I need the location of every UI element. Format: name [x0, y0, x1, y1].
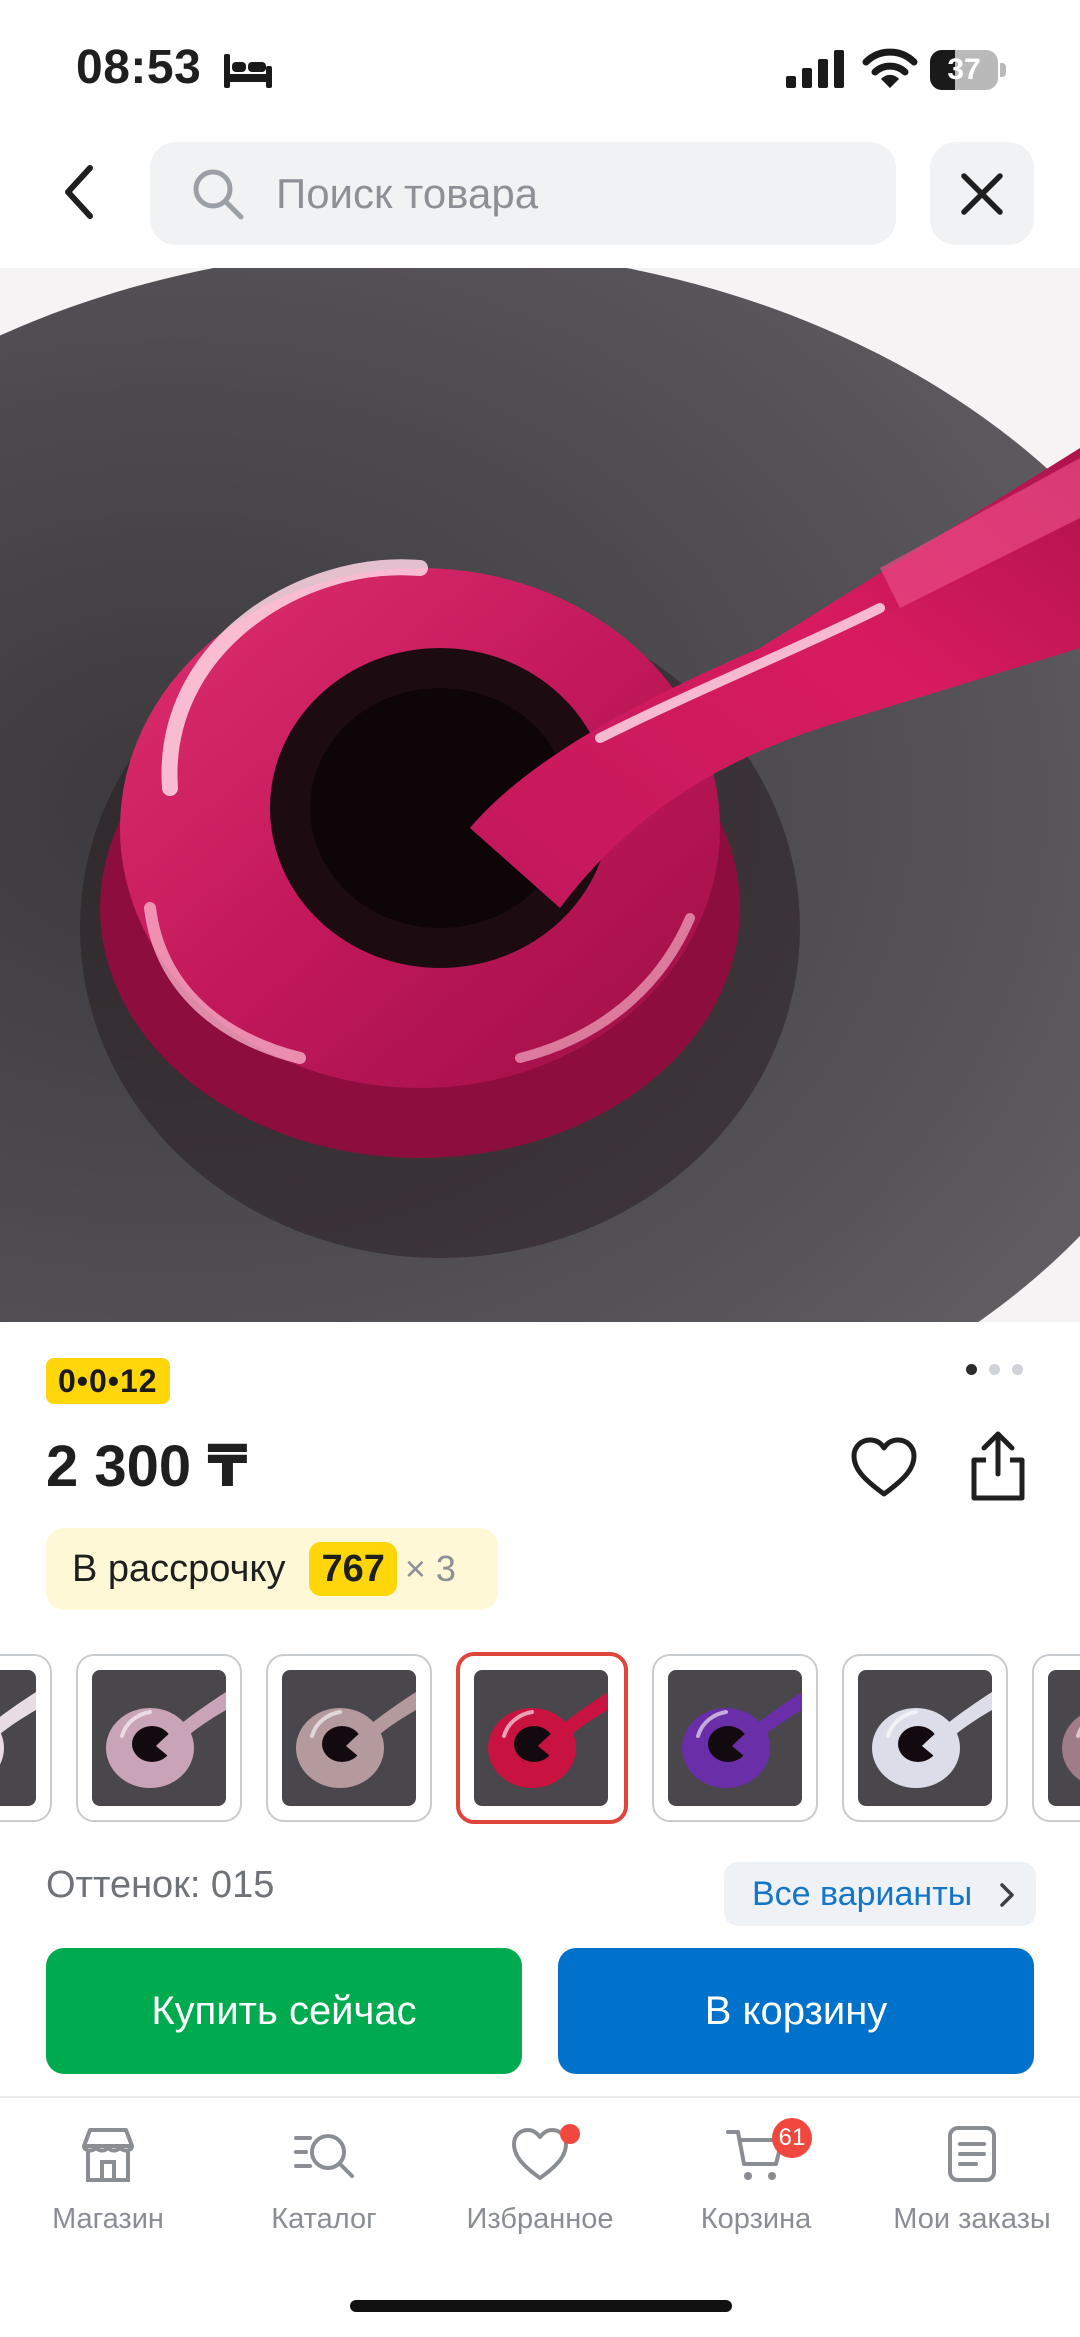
- bed-icon: [224, 54, 272, 88]
- carousel-dot[interactable]: [989, 1364, 1000, 1375]
- search-input[interactable]: [276, 142, 876, 245]
- product-image[interactable]: [0, 268, 1080, 1322]
- share-icon[interactable]: [962, 1428, 1034, 1504]
- nav-label: Мои заказы: [893, 2203, 1051, 2235]
- search-box[interactable]: [150, 142, 896, 245]
- variant-thumbnail[interactable]: [0, 1654, 52, 1822]
- all-variants-label: Все варианты: [752, 1874, 973, 1913]
- variant-thumbnail[interactable]: [76, 1654, 242, 1822]
- close-icon: [961, 172, 1003, 215]
- orders-icon: [948, 2126, 996, 2182]
- variant-swatch-image: [668, 1670, 802, 1806]
- store-icon: [82, 2128, 134, 2182]
- variant-swatch-image: [0, 1670, 36, 1806]
- search-icon: [193, 169, 244, 220]
- add-to-cart-button[interactable]: В корзину: [558, 1948, 1034, 2074]
- carousel-dot[interactable]: [966, 1364, 977, 1375]
- variant-thumbnail[interactable]: [652, 1654, 818, 1822]
- nav-label: Магазин: [52, 2203, 164, 2235]
- product-price: 2 300 ₸: [46, 1434, 248, 1499]
- variant-swatch-image: [92, 1670, 226, 1806]
- nail-polish-swatch-image: [0, 268, 1080, 1322]
- chevron-right-icon: [1000, 1883, 1014, 1907]
- status-time: 08:53: [76, 41, 202, 94]
- nav-item-orders[interactable]: Мои заказы: [864, 2122, 1080, 2272]
- carousel-dots: [966, 1364, 1026, 1378]
- variant-thumbnail[interactable]: [266, 1654, 432, 1822]
- nav-label: Избранное: [466, 2203, 614, 2235]
- catalog-search-icon: [294, 2134, 354, 2178]
- variant-thumbnail[interactable]: [842, 1654, 1008, 1822]
- installment-offer[interactable]: В рассрочку 767 × 3: [46, 1528, 498, 1610]
- variant-swatch-image: [474, 1670, 608, 1806]
- back-button[interactable]: [44, 150, 116, 234]
- carousel-dot[interactable]: [1012, 1364, 1023, 1375]
- variant-swatch-image: [858, 1670, 992, 1806]
- installment-label: В рассрочку: [72, 1547, 286, 1590]
- variant-swatch-image: [282, 1670, 416, 1806]
- notification-dot: [560, 2124, 580, 2144]
- installment-amount: 767: [309, 1542, 397, 1596]
- cart-count-badge: 61: [772, 2118, 812, 2158]
- buy-now-button[interactable]: Купить сейчас: [46, 1948, 522, 2074]
- product-page: 08:53 37 Поиск товара 0•0•12 2 300 ₸ В р…: [0, 0, 1080, 2337]
- heart-icon[interactable]: [848, 1432, 920, 1504]
- variant-thumbnails: [0, 1652, 1080, 1824]
- installment-multiplier: × 3: [404, 1548, 456, 1589]
- variant-thumbnail[interactable]: [1032, 1654, 1080, 1822]
- nav-item-store[interactable]: Магазин: [0, 2122, 216, 2272]
- nav-item-catalog[interactable]: Каталог: [216, 2122, 432, 2272]
- battery-icon: 37: [930, 50, 1006, 90]
- variant-swatch-image: [1048, 1670, 1080, 1806]
- rating-badge: 0•0•12: [46, 1358, 170, 1404]
- signal-icon: [786, 50, 844, 88]
- chevron-left-icon: [65, 165, 93, 219]
- variant-thumbnail[interactable]: [456, 1652, 628, 1824]
- status-bar: 08:53 37: [0, 0, 1080, 130]
- shade-label: Оттенок: 015: [46, 1864, 275, 1906]
- nav-item-favorites[interactable]: Избранное: [432, 2122, 648, 2272]
- nav-label: Корзина: [700, 2203, 812, 2235]
- battery-level: 37: [947, 53, 981, 86]
- nav-item-cart[interactable]: 61 Корзина: [648, 2118, 864, 2272]
- close-button[interactable]: [930, 142, 1034, 245]
- nav-label: Каталог: [271, 2203, 377, 2235]
- all-variants-button[interactable]: Все варианты: [724, 1862, 1036, 1926]
- home-indicator: [350, 2300, 732, 2312]
- wifi-icon: [862, 48, 918, 88]
